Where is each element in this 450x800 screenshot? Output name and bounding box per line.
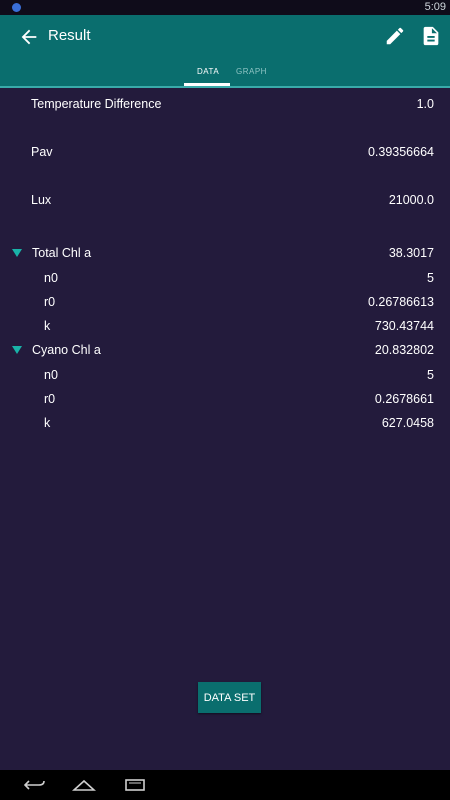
group-item-n0: n0 5	[0, 271, 450, 291]
group-header-total-chl-a[interactable]: Total Chl a 38.3017	[0, 246, 450, 266]
row-label: Pav	[31, 145, 53, 159]
item-value: 0.26786613	[367, 295, 434, 309]
group-item-n0: n0 5	[0, 368, 450, 388]
page-title: Result	[48, 27, 91, 44]
group-value: 38.3017	[388, 246, 434, 260]
row-value: 0.39356664	[367, 145, 434, 159]
group-value: 20.832802	[374, 343, 434, 357]
item-label: n0	[44, 271, 58, 285]
notification-icon	[12, 3, 21, 12]
row-label: Temperature Difference	[31, 97, 162, 111]
group-item-k: k 627.0458	[0, 416, 450, 436]
app-bar: Result	[0, 15, 450, 60]
item-value: 730.43744	[374, 319, 434, 333]
group-item-r0: r0 0.26786613	[0, 295, 450, 315]
document-icon[interactable]	[420, 25, 442, 47]
expand-triangle-icon[interactable]	[12, 346, 22, 354]
tab-graph[interactable]: GRAPH	[236, 67, 267, 76]
group-label: Total Chl a	[32, 246, 92, 260]
item-label: r0	[44, 295, 56, 309]
group-header-cyano-chl-a[interactable]: Cyano Chl a 20.832802	[0, 343, 450, 363]
group-item-k: k 730.43744	[0, 319, 450, 339]
item-value: 5	[427, 271, 434, 285]
system-nav-bar	[0, 770, 450, 800]
item-value: 5	[427, 368, 434, 382]
row-value: 1.0	[416, 97, 434, 111]
item-label: r0	[44, 392, 56, 406]
item-label: k	[44, 416, 51, 430]
tab-data[interactable]: DATA	[197, 67, 219, 76]
group-label: Cyano Chl a	[32, 343, 101, 357]
row-value: 21000.0	[388, 193, 434, 207]
row-label: Lux	[31, 193, 52, 207]
result-row-pav: Pav 0.39356664	[0, 145, 450, 165]
item-label: k	[44, 319, 51, 333]
status-time: 5:09	[424, 1, 446, 13]
tab-bar: DATA GRAPH	[0, 60, 450, 86]
item-value: 627.0458	[381, 416, 434, 430]
item-label: n0	[44, 368, 58, 382]
status-bar: 5:09	[0, 0, 450, 15]
expand-triangle-icon[interactable]	[12, 249, 22, 257]
result-row-lux: Lux 21000.0	[0, 193, 450, 213]
edit-pencil-icon[interactable]	[384, 25, 406, 47]
data-set-button[interactable]: DATA SET	[198, 682, 261, 713]
item-value: 0.2678661	[374, 392, 434, 406]
nav-back-icon[interactable]	[24, 778, 46, 792]
nav-home-icon[interactable]	[72, 778, 96, 792]
nav-recents-icon[interactable]	[124, 778, 146, 792]
result-row-temperature-difference: Temperature Difference 1.0	[0, 97, 450, 117]
back-arrow-icon[interactable]	[18, 26, 40, 48]
tab-divider	[0, 86, 450, 88]
group-item-r0: r0 0.2678661	[0, 392, 450, 412]
